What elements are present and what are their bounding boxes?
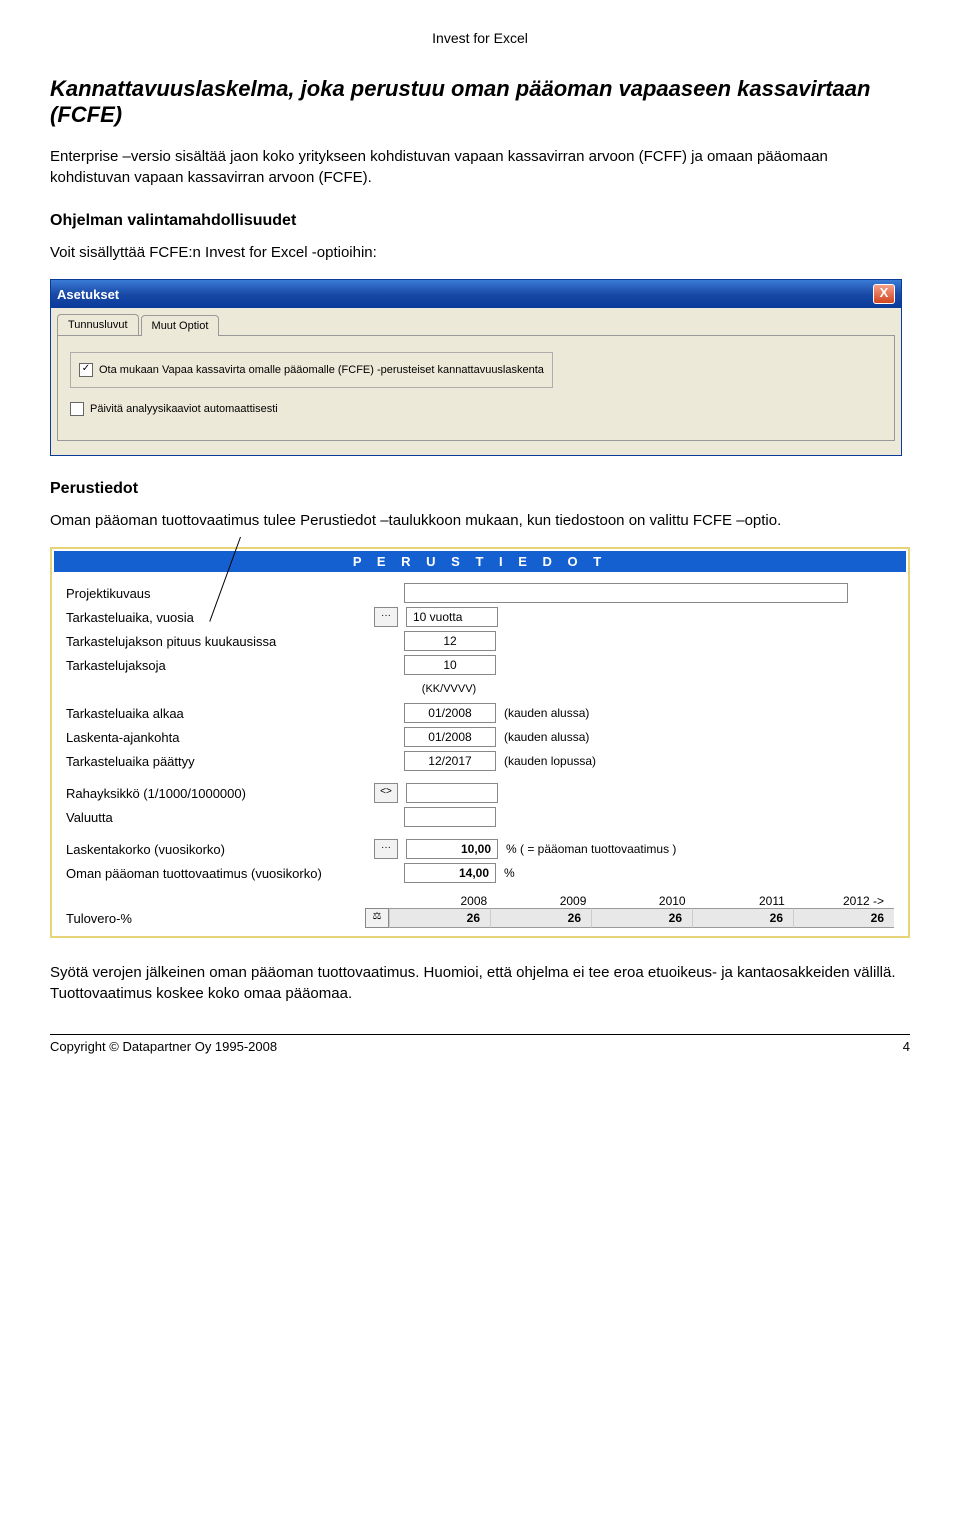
field-ajankohta[interactable]: 01/2008 — [404, 727, 496, 747]
label-projektikuvaus: Projektikuvaus — [66, 586, 366, 601]
label-oman: Oman pääoman tuottovaatimus (vuosikorko) — [66, 866, 366, 881]
checkbox-icon[interactable]: ✓ — [79, 363, 93, 377]
field-valuutta[interactable] — [404, 807, 496, 827]
option-autoupdate-label: Päivitä analyysikaaviot automaattisesti — [90, 403, 278, 415]
footer-copyright: Copyright © Datapartner Oy 1995-2008 — [50, 1039, 277, 1054]
field-paattyy[interactable]: 12/2017 — [404, 751, 496, 771]
field-projektikuvaus[interactable] — [404, 583, 848, 603]
field-alkaa[interactable]: 01/2008 — [404, 703, 496, 723]
dialog-tabs: Tunnusluvut Muut Optiot — [57, 314, 895, 335]
dialog-title: Asetukset — [57, 287, 119, 302]
option-fcfe-label: Ota mukaan Vapaa kassavirta omalle pääom… — [99, 364, 544, 376]
close-icon[interactable]: X — [873, 284, 895, 304]
field-jaksonpituus[interactable]: 12 — [404, 631, 496, 651]
field-laskentakorko[interactable]: 10,00 — [406, 839, 498, 859]
field-rahayksikko[interactable] — [406, 783, 498, 803]
label-kkvvvv: (KK/VVVV) — [404, 683, 494, 695]
label-jaksonpituus: Tarkastelujakson pituus kuukausissa — [66, 634, 366, 649]
dots-button[interactable]: ··· — [374, 607, 398, 627]
page-header: Invest for Excel — [50, 30, 910, 46]
label-ajankohta: Laskenta-ajankohta — [66, 730, 366, 745]
desc-ajankohta: (kauden alussa) — [504, 730, 589, 744]
scale-icon[interactable]: ⚖ — [365, 908, 389, 928]
footer-pagenum: 4 — [903, 1039, 910, 1054]
label-jaksoja: Tarkastelujaksoja — [66, 658, 366, 673]
label-alkaa: Tarkasteluaika alkaa — [66, 706, 366, 721]
label-tarkasteluaika: Tarkasteluaika, vuosia — [66, 610, 366, 625]
tab-tunnusluvut[interactable]: Tunnusluvut — [57, 314, 139, 335]
tab-muut-optiot[interactable]: Muut Optiot — [141, 315, 220, 336]
main-heading: Kannattavuuslaskelma, joka perustuu oman… — [50, 76, 910, 128]
desc-alkaa: (kauden alussa) — [504, 706, 589, 720]
desc-oman: % — [504, 866, 515, 880]
field-tarkasteluaika[interactable]: 10 vuotta — [406, 607, 498, 627]
section-options-heading: Ohjelman valintamahdollisuudet — [50, 212, 910, 230]
label-tulovero: Tulovero-% — [66, 911, 365, 926]
section-perustiedot-text: Oman pääoman tuottovaatimus tulee Perust… — [50, 510, 910, 531]
field-jaksoja[interactable]: 10 — [404, 655, 496, 675]
tulovero-values: 26 26 26 26 26 — [389, 908, 894, 928]
dots-button[interactable]: ··· — [374, 839, 398, 859]
section-options-text: Voit sisällyttää FCFE:n Invest for Excel… — [50, 242, 910, 263]
perustiedot-title: P E R U S T I E D O T — [54, 551, 906, 572]
checkbox-icon[interactable] — [70, 402, 84, 416]
page-footer: Copyright © Datapartner Oy 1995-2008 4 — [50, 1034, 910, 1054]
option-fcfe[interactable]: ✓ Ota mukaan Vapaa kassavirta omalle pää… — [79, 363, 544, 377]
field-oman[interactable]: 14,00 — [404, 863, 496, 883]
dialog-titlebar: Asetukset X — [51, 280, 901, 308]
label-paattyy: Tarkasteluaika päättyy — [66, 754, 366, 769]
label-rahayksikko: Rahayksikkö (1/1000/1000000) — [66, 786, 366, 801]
diamond-button[interactable]: <> — [374, 783, 398, 803]
year-header: 2008 2009 2010 2011 2012 -> — [398, 894, 894, 908]
intro-paragraph: Enterprise –versio sisältää jaon koko yr… — [50, 146, 910, 188]
label-valuutta: Valuutta — [66, 810, 366, 825]
desc-paattyy: (kauden lopussa) — [504, 754, 596, 768]
desc-laskentakorko: % ( = pääoman tuottovaatimus ) — [506, 842, 676, 856]
settings-dialog: Asetukset X Tunnusluvut Muut Optiot ✓ Ot… — [50, 279, 902, 456]
section-perustiedot-heading: Perustiedot — [50, 480, 910, 498]
perustiedot-panel: P E R U S T I E D O T Projektikuvaus Tar… — [50, 547, 910, 938]
outro-paragraph: Syötä verojen jälkeinen oman pääoman tuo… — [50, 962, 910, 1004]
label-laskentakorko: Laskentakorko (vuosikorko) — [66, 842, 366, 857]
option-autoupdate[interactable]: Päivitä analyysikaaviot automaattisesti — [70, 402, 882, 416]
